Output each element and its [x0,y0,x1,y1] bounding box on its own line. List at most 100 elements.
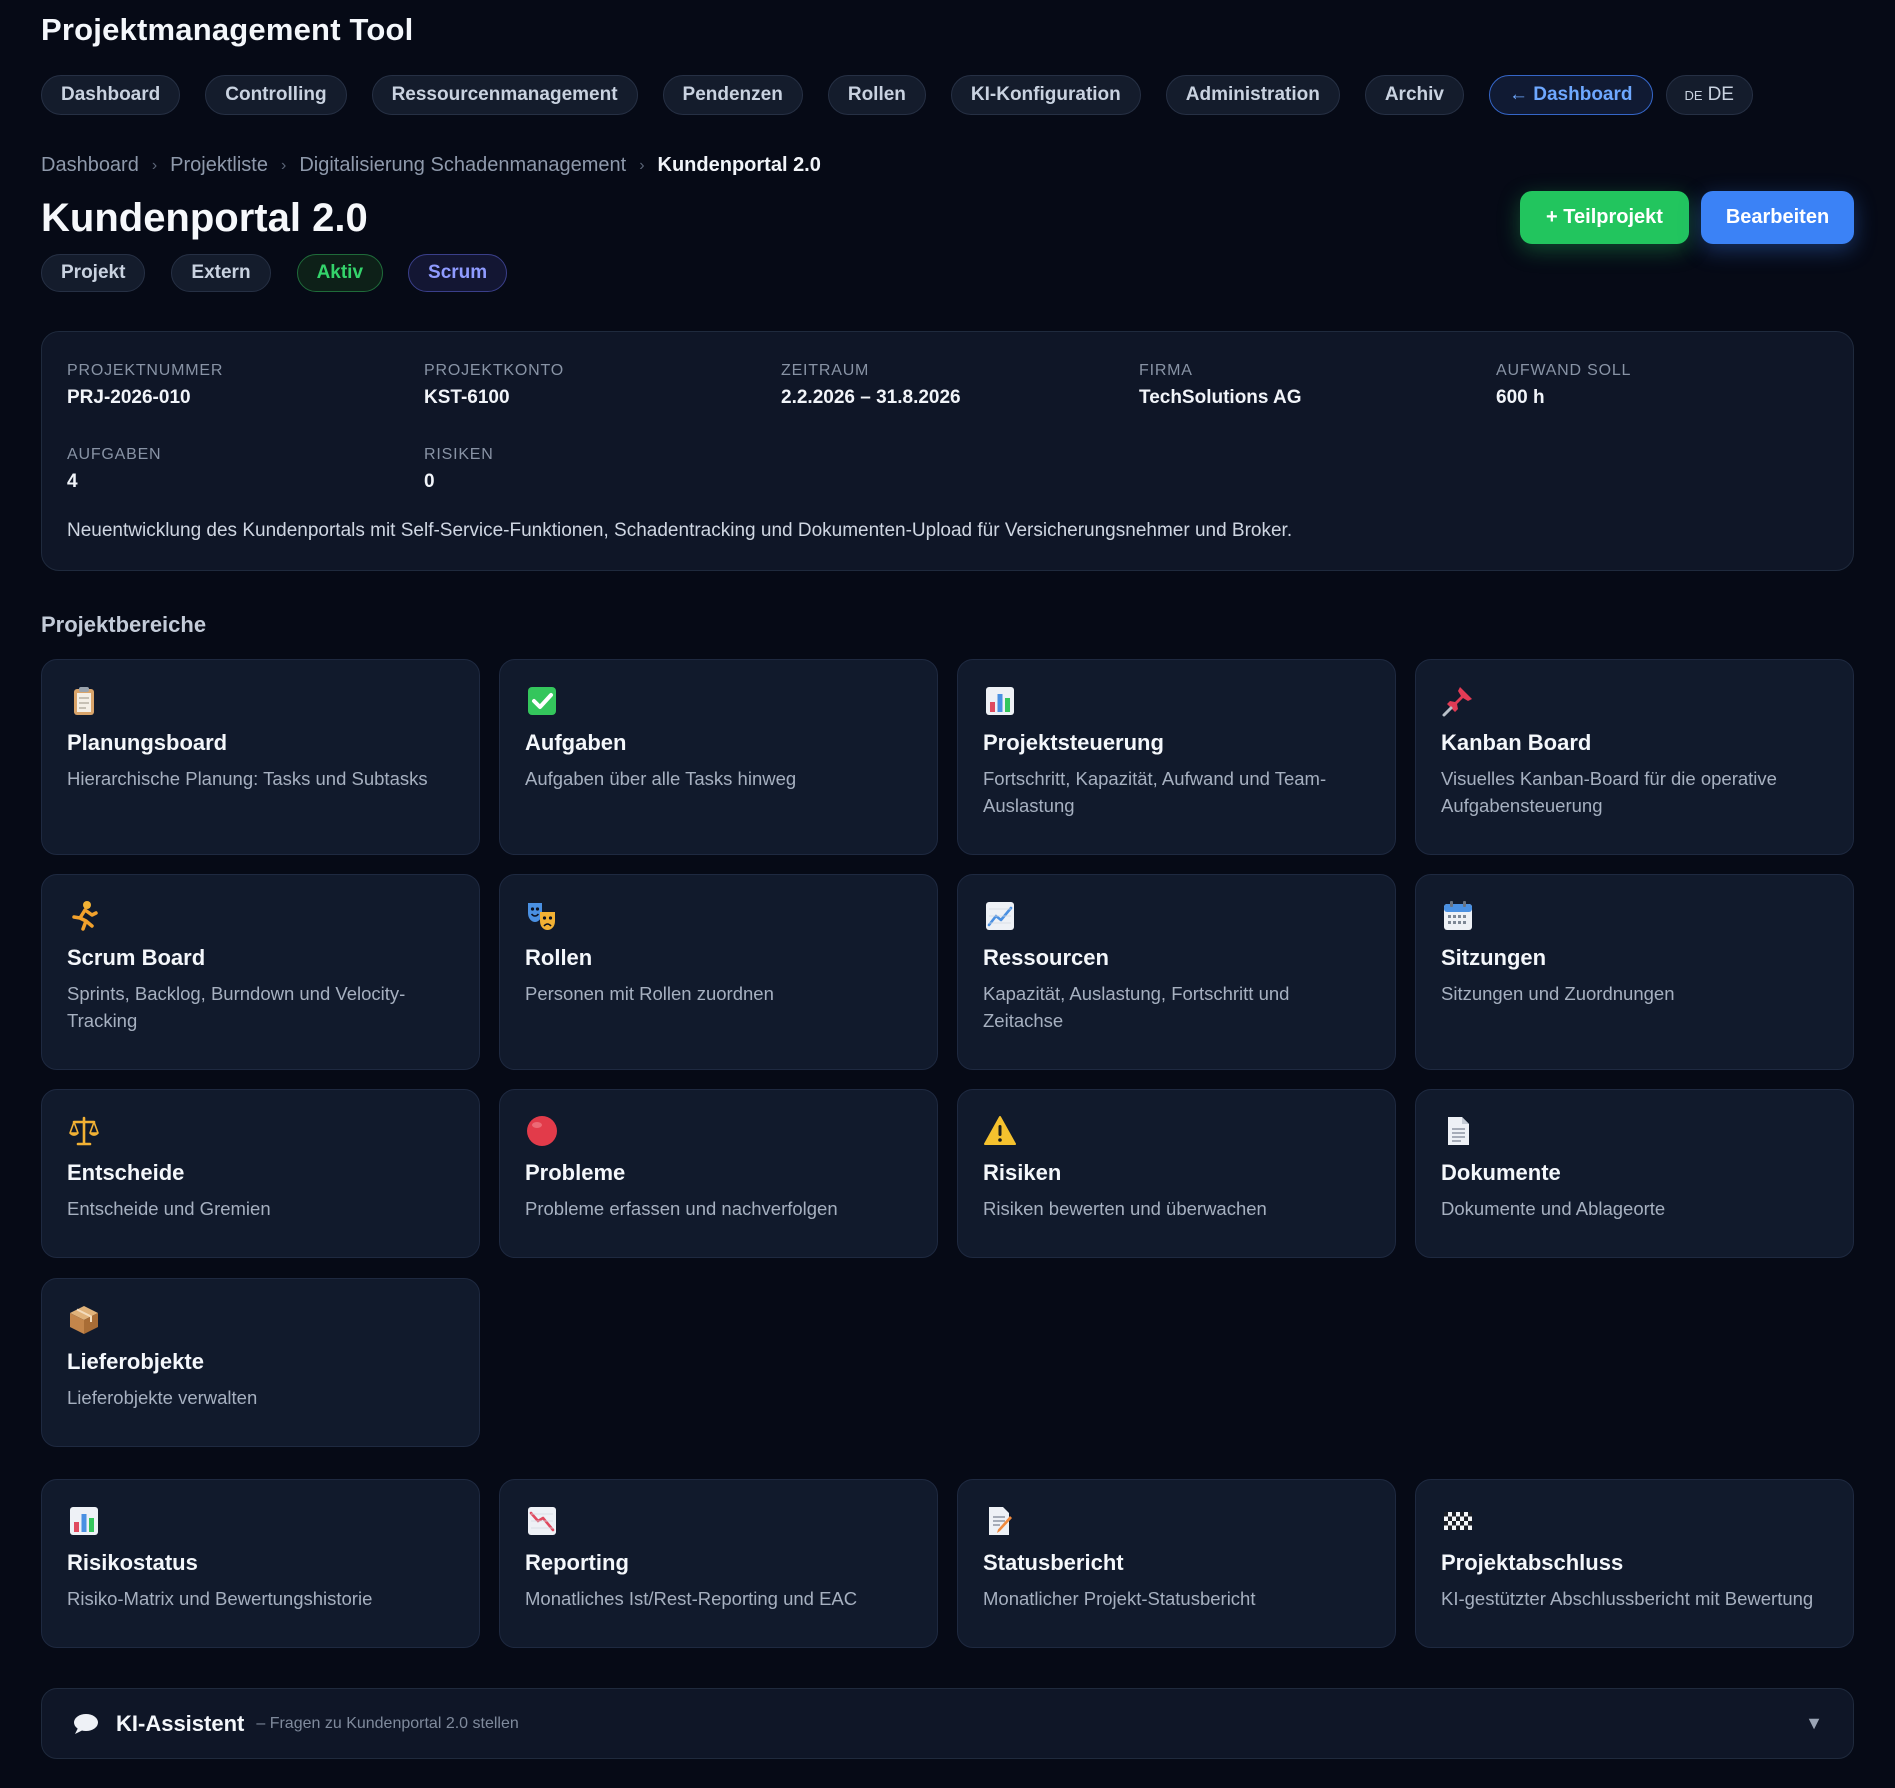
card-title: Reporting [525,1550,629,1575]
card-description: Risiken bewerten und überwachen [983,1198,1267,1219]
project-tags: Projekt Extern Aktiv Scrum [41,254,533,292]
nav-administration[interactable]: Administration [1165,75,1340,115]
trend-chart-icon [986,902,1014,930]
section-title: Projektbereiche [41,612,207,637]
back-to-dashboard-button[interactable]: ← Dashboard [1488,75,1653,115]
card-title: Projektabschluss [1441,1550,1624,1575]
card-lieferobjekte[interactable]: Lieferobjekte Lieferobjekte verwalten [41,1278,480,1447]
language-flag-icon: DE [1684,87,1703,103]
tag-type: Projekt [41,254,146,292]
card-title: Planungsboard [67,730,228,755]
edit-button[interactable]: Bearbeiten [1701,191,1854,244]
warning-icon [984,1116,1016,1145]
card-description: Entscheide und Gremien [67,1198,271,1219]
card-title: Risiken [983,1160,1062,1185]
chevron-down-icon[interactable]: ▼ [1805,1713,1823,1734]
info-label: PROJEKTNUMMER [67,362,224,379]
card-title: Projektsteuerung [983,730,1164,755]
card-risikostatus[interactable]: Risikostatus Risiko-Matrix und Bewertung… [41,1479,480,1648]
card-description: Visuelles Kanban-Board für die operative… [1441,768,1777,816]
info-label: AUFWAND SOLL [1496,362,1632,379]
nav-archiv[interactable]: Archiv [1364,75,1464,115]
card-title: Probleme [525,1160,626,1185]
info-value: 2.2.2026 – 31.8.2026 [781,387,961,408]
card-description: Aufgaben über alle Tasks hinweg [525,768,797,789]
project-info-card: PROJEKTNUMMER PRJ-2026-010 PROJEKTKONTO … [41,331,1854,571]
nav-dashboard[interactable]: Dashboard [41,75,181,115]
info-value: 600 h [1496,387,1545,408]
card-description: Kapazität, Auslastung, Fortschritt und Z… [983,983,1290,1031]
document-icon [1448,1117,1469,1145]
red-circle-icon [527,1116,557,1146]
scales-icon [69,1116,99,1146]
card-title: Kanban Board [1441,730,1592,755]
card-planungsboard[interactable]: Planungsboard Hierarchische Planung: Tas… [41,659,480,855]
info-label: PROJEKTKONTO [424,362,564,379]
card-description: Lieferobjekte verwalten [67,1387,258,1408]
card-title: Rollen [525,945,593,970]
info-projektkonto: PROJEKTKONTO KST-6100 [424,362,564,409]
checkered-flag-icon [1444,1512,1472,1530]
down-chart-icon [528,1507,556,1535]
card-title: Ressourcen [983,945,1109,970]
runner-icon [72,901,98,931]
tag-method: Scrum [408,254,508,292]
status-badge: Aktiv [296,254,384,292]
card-scrum-board[interactable]: Scrum Board Sprints, Backlog, Burndown u… [41,874,480,1070]
info-aufgaben: AUFGABEN 4 [67,446,161,493]
package-icon [70,1306,98,1334]
info-label: FIRMA [1139,362,1193,379]
breadcrumb: Dashboard › Projektliste › Digitalisieru… [41,154,821,177]
nav-controlling[interactable]: Controlling [205,75,347,115]
card-description: Monatliches Ist/Rest-Reporting und EAC [525,1588,858,1609]
card-rollen[interactable]: Rollen Personen mit Rollen zuordnen [499,874,938,1070]
nav-rollen[interactable]: Rollen [827,75,926,115]
bar-chart-icon [70,1507,98,1535]
card-risiken[interactable]: Risiken Risiken bewerten und überwachen [957,1089,1396,1258]
card-description: Personen mit Rollen zuordnen [525,983,774,1004]
card-title: Sitzungen [1441,945,1547,970]
card-projektsteuerung[interactable]: Projektsteuerung Fortschritt, Kapazität,… [957,659,1396,855]
breadcrumb-dashboard[interactable]: Dashboard [41,154,139,177]
ki-assistant-bar[interactable]: KI-Assistent – Fragen zu Kundenportal 2.… [41,1688,1854,1759]
page-title: Kundenportal 2.0 [41,196,368,240]
card-title: Risikostatus [67,1550,198,1575]
breadcrumb-separator-icon: › [639,156,645,174]
info-aufwand-soll: AUFWAND SOLL 600 h [1496,362,1631,409]
info-label: AUFGABEN [67,446,162,463]
breadcrumb-projektliste[interactable]: Projektliste [170,154,268,177]
info-value: TechSolutions AG [1139,387,1302,408]
card-entscheide[interactable]: Entscheide Entscheide und Gremien [41,1089,480,1258]
card-title: Entscheide [67,1160,185,1185]
card-aufgaben[interactable]: Aufgaben Aufgaben über alle Tasks hinweg [499,659,938,855]
nav-pendenzen[interactable]: Pendenzen [662,75,803,115]
card-probleme[interactable]: Probleme Probleme erfassen und nachverfo… [499,1089,938,1258]
calendar-icon [1444,901,1472,930]
top-nav: Dashboard Controlling Ressourcenmanageme… [41,75,1753,115]
card-description: Sitzungen und Zuordnungen [1441,983,1675,1004]
app-title: Projektmanagement Tool [41,12,414,47]
card-dokumente[interactable]: Dokumente Dokumente und Ablageorte [1415,1089,1854,1258]
card-ressourcen[interactable]: Ressourcen Kapazität, Auslastung, Fortsc… [957,874,1396,1070]
card-description: Hierarchische Planung: Tasks und Subtask… [67,768,428,789]
language-switcher[interactable]: DE DE [1665,75,1753,115]
card-title: Lieferobjekte [67,1349,204,1374]
card-title: Aufgaben [525,730,627,755]
breadcrumb-parent-project[interactable]: Digitalisierung Schadenmanagement [299,154,626,177]
card-projektabschluss[interactable]: Projektabschluss KI-gestützter Abschluss… [1415,1479,1854,1648]
info-risiken: RISIKEN 0 [424,446,494,493]
card-description: Dokumente und Ablageorte [1441,1198,1666,1219]
card-description: Monatlicher Projekt-Statusbericht [983,1588,1256,1609]
add-subproject-button[interactable]: + Teilprojekt [1520,191,1689,244]
card-description: KI-gestützter Abschlussbericht mit Bewer… [1441,1588,1814,1609]
card-statusbericht[interactable]: Statusbericht Monatlicher Projekt-Status… [957,1479,1396,1648]
nav-ressourcenmanagement[interactable]: Ressourcenmanagement [371,75,638,115]
nav-ki-konfiguration[interactable]: KI-Konfiguration [950,75,1141,115]
card-reporting[interactable]: Reporting Monatliches Ist/Rest-Reporting… [499,1479,938,1648]
card-kanban-board[interactable]: Kanban Board Visuelles Kanban-Board für … [1415,659,1854,855]
app-root: Projektmanagement Tool Dashboard Control… [0,0,1895,1788]
info-projektnummer: PROJEKTNUMMER PRJ-2026-010 [67,362,223,409]
card-sitzungen[interactable]: Sitzungen Sitzungen und Zuordnungen [1415,874,1854,1070]
card-description: Probleme erfassen und nachverfolgen [525,1198,838,1219]
bar-chart-icon [986,687,1014,715]
